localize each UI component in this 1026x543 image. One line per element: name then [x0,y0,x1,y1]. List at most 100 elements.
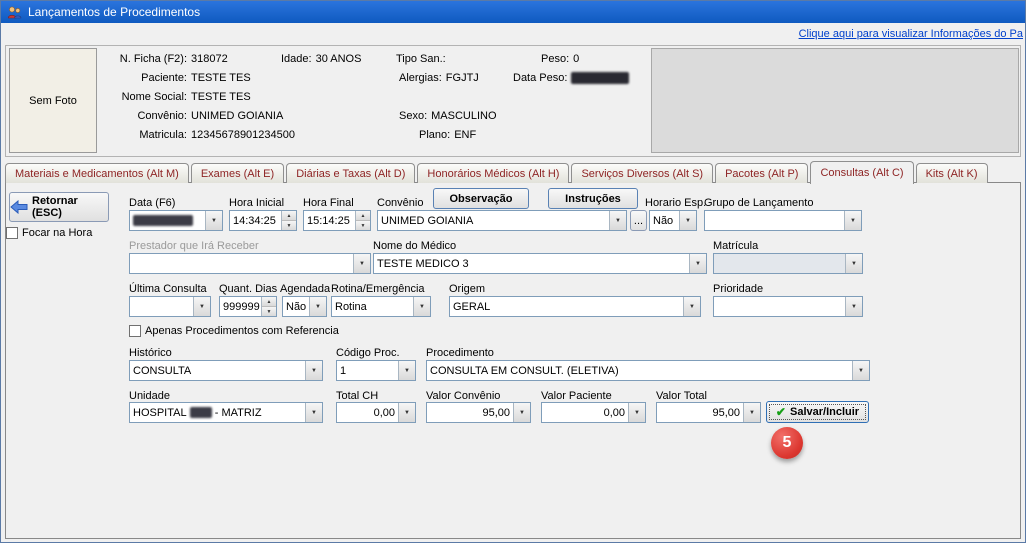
chevron-down-icon[interactable]: ▼ [413,297,430,316]
instrucoes-button[interactable]: Instruções [548,188,638,209]
horario-esp-combo[interactable]: Não ▼ [649,210,697,231]
patient-info-link[interactable]: Clique aqui para visualizar Informações … [799,28,1023,40]
unidade-combo[interactable]: HOSPITAL - MATRIZ ▼ [129,402,323,423]
app-icon [7,5,22,20]
patient-plano: Plano:ENF [419,129,476,141]
ultima-consulta-combo[interactable]: ▼ [129,296,211,317]
patient-idade: Idade:30 ANOS [281,53,361,65]
unidade-value: HOSPITAL - MATRIZ [130,403,305,422]
procedimento-combo[interactable]: CONSULTA EM CONSULT. (ELETIVA) ▼ [426,360,870,381]
chevron-down-icon[interactable]: ▼ [398,361,415,380]
tab-pacotes[interactable]: Pacotes (Alt P) [715,163,808,183]
agendada-value: Não [283,297,309,316]
patient-alergias-value: FGJTJ [446,72,479,84]
hora-final-spinner[interactable]: 15:14:25 ▲▼ [303,210,371,231]
tab-honorarios-medicos[interactable]: Honorários Médicos (Alt H) [417,163,569,183]
spin-down-icon[interactable]: ▼ [356,221,370,230]
valor-paciente-combo[interactable]: 0,00 ▼ [541,402,646,423]
chevron-down-icon[interactable]: ▼ [628,403,645,422]
convenio-combo[interactable]: UNIMED GOIANIA ▼ [377,210,627,231]
patient-data-peso-label: Data Peso: [513,72,567,84]
chevron-down-icon[interactable]: ▼ [609,211,626,230]
chevron-down-icon[interactable]: ▼ [398,403,415,422]
titlebar: Lançamentos de Procedimentos [1,1,1025,23]
quant-dias-spinner[interactable]: 999999 ▲▼ [219,296,277,317]
chevron-down-icon[interactable]: ▼ [309,297,326,316]
valor-total-combo[interactable]: 95,00 ▼ [656,402,761,423]
spin-down-icon[interactable]: ▼ [262,307,276,316]
total-ch-label: Total CH [336,390,378,402]
salvar-incluir-label: Salvar/Incluir [790,406,859,418]
rotina-emergencia-value: Rotina [332,297,413,316]
chevron-down-icon[interactable]: ▼ [743,403,760,422]
spin-up-icon[interactable]: ▲ [282,211,296,221]
rotina-emergencia-combo[interactable]: Rotina ▼ [331,296,431,317]
tab-kits[interactable]: Kits (Alt K) [916,163,988,183]
salvar-incluir-button[interactable]: ✔ Salvar/Incluir [766,401,869,423]
valor-convenio-combo[interactable]: 95,00 ▼ [426,402,531,423]
horario-esp-value: Não [650,211,679,230]
grupo-lancamento-label: Grupo de Lançamento [704,197,813,209]
codigo-proc-value: 1 [337,361,398,380]
chevron-down-icon[interactable]: ▼ [683,297,700,316]
chevron-down-icon[interactable]: ▼ [305,403,322,422]
patient-matricula-value: 12345678901234500 [191,129,295,141]
data-f6-combo[interactable]: ▼ [129,210,223,231]
hora-inicial-spinner[interactable]: 14:34:25 ▲▼ [229,210,297,231]
chevron-down-icon[interactable]: ▼ [305,361,322,380]
patient-paciente: Paciente:TESTE TES [101,72,251,84]
chevron-down-icon[interactable]: ▼ [513,403,530,422]
checkbox-box[interactable] [129,325,141,337]
convenio-ellipsis-button[interactable]: ... [630,210,647,231]
prestador-combo[interactable]: ▼ [129,253,371,274]
focar-na-hora-checkbox[interactable]: Focar na Hora [6,227,92,239]
rotina-emergencia-label: Rotina/Emergência [331,283,425,295]
chevron-down-icon: ▼ [845,254,862,273]
tab-consultas[interactable]: Consultas (Alt C) [810,161,913,184]
chevron-down-icon[interactable]: ▼ [689,254,706,273]
origem-combo[interactable]: GERAL ▼ [449,296,701,317]
patient-peso-value: 0 [573,53,579,65]
tab-servicos-diversos[interactable]: Serviços Diversos (Alt S) [571,163,713,183]
nome-medico-combo[interactable]: TESTE MEDICO 3 ▼ [373,253,707,274]
patient-nome-social-value: TESTE TES [191,91,251,103]
checkbox-box[interactable] [6,227,18,239]
chevron-down-icon[interactable]: ▼ [205,211,222,230]
spinner-buttons: ▲▼ [261,297,276,316]
grupo-lancamento-combo[interactable]: ▼ [704,210,862,231]
quant-dias-label: Quant. Dias [219,283,277,295]
chevron-down-icon[interactable]: ▼ [845,297,862,316]
chevron-down-icon[interactable]: ▼ [353,254,370,273]
back-arrow-icon [10,200,28,214]
hora-inicial-label: Hora Inicial [229,197,284,209]
patient-convenio: Convênio:UNIMED GOIANIA [101,110,283,122]
agendada-combo[interactable]: Não ▼ [282,296,327,317]
chevron-down-icon[interactable]: ▼ [679,211,696,230]
horario-esp-label: Horario Esp. [645,197,706,209]
prioridade-combo[interactable]: ▼ [713,296,863,317]
total-ch-value: 0,00 [337,403,398,422]
observacao-button[interactable]: Observação [433,188,529,209]
step-badge: 5 [771,427,803,459]
chevron-down-icon[interactable]: ▼ [852,361,869,380]
check-icon: ✔ [776,406,786,418]
historico-combo[interactable]: CONSULTA ▼ [129,360,323,381]
chevron-down-icon[interactable]: ▼ [844,211,861,230]
chevron-down-icon[interactable]: ▼ [193,297,210,316]
spin-down-icon[interactable]: ▼ [282,221,296,230]
spin-up-icon[interactable]: ▲ [356,211,370,221]
grupo-lancamento-value [705,211,844,230]
spin-up-icon[interactable]: ▲ [262,297,276,307]
retornar-button[interactable]: Retornar (ESC) [9,192,109,222]
tab-diarias-taxas[interactable]: Diárias e Taxas (Alt D) [286,163,415,183]
tab-exames[interactable]: Exames (Alt E) [191,163,284,183]
origem-label: Origem [449,283,485,295]
patient-data-peso: Data Peso: [513,72,629,84]
patient-ficha-label: N. Ficha (F2): [101,53,187,65]
total-ch-combo[interactable]: 0,00 ▼ [336,402,416,423]
codigo-proc-combo[interactable]: 1 ▼ [336,360,416,381]
apenas-referencia-checkbox[interactable]: Apenas Procedimentos com Referencia [129,325,339,337]
photo-placeholder: Sem Foto [9,48,97,153]
tab-materiais-medicamentos[interactable]: Materiais e Medicamentos (Alt M) [5,163,189,183]
convenio-value: UNIMED GOIANIA [378,211,609,230]
